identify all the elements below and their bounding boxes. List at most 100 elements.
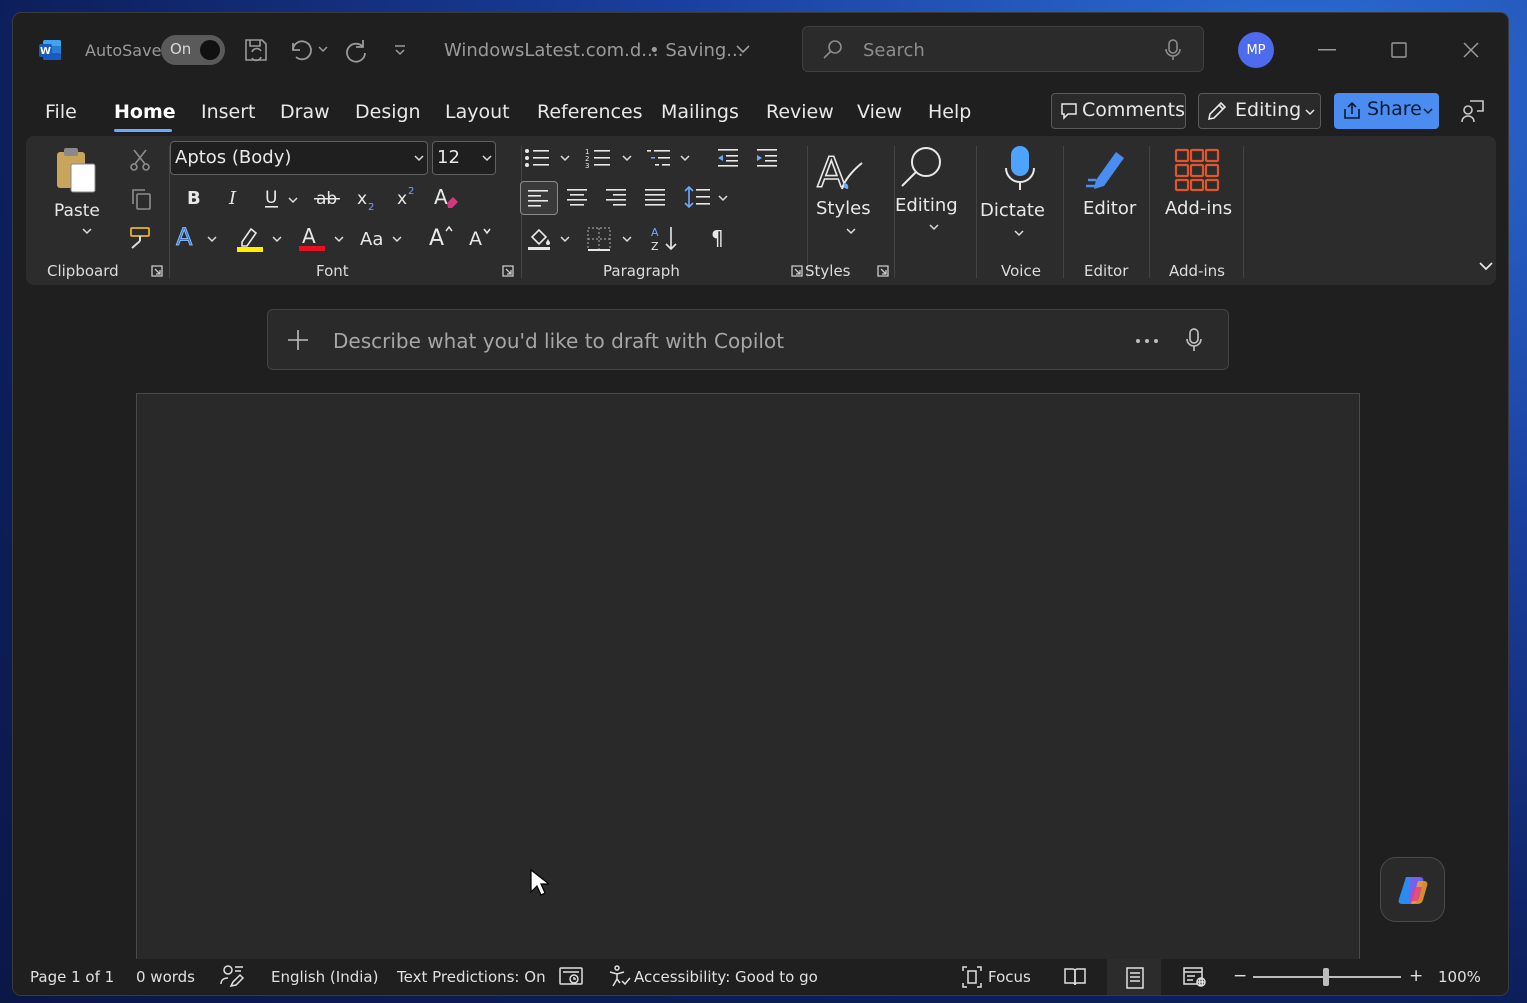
word-count[interactable]: 0 words [136, 968, 195, 986]
zoom-slider-thumb[interactable] [1323, 968, 1329, 986]
paste-button[interactable]: Paste [54, 201, 100, 221]
text-effects-icon[interactable]: A [175, 224, 199, 250]
page-count[interactable]: Page 1 of 1 [30, 968, 114, 986]
zoom-out-button[interactable]: − [1233, 966, 1247, 986]
underline-chevron-down-icon[interactable] [288, 196, 298, 204]
superscript-icon[interactable]: x2 [396, 184, 418, 208]
plus-icon[interactable] [287, 329, 309, 351]
paste-icon[interactable] [53, 146, 101, 194]
decrease-indent-icon[interactable] [716, 146, 740, 170]
text-effects-chevron-down-icon[interactable] [207, 235, 217, 243]
shading-icon[interactable] [526, 224, 554, 252]
align-left-icon[interactable] [520, 181, 558, 215]
copilot-draft-bar[interactable] [267, 309, 1229, 370]
undo-icon[interactable] [287, 37, 313, 63]
font-color-chevron-down-icon[interactable] [334, 235, 344, 243]
clear-formatting-icon[interactable]: A [433, 185, 461, 211]
web-layout-icon[interactable] [1183, 966, 1207, 988]
align-center-icon[interactable] [566, 187, 588, 207]
change-case-icon[interactable]: Aa [359, 226, 389, 250]
font-color-icon[interactable]: A [298, 224, 326, 254]
editing-button[interactable]: Editing [895, 195, 958, 216]
track-changes-icon[interactable] [559, 965, 583, 989]
clipboard-launcher-icon[interactable] [151, 265, 163, 277]
comments-button[interactable]: Comments [1051, 93, 1186, 129]
proofing-icon[interactable] [219, 964, 245, 990]
language-indicator[interactable]: English (India) [271, 968, 378, 986]
line-spacing-icon[interactable] [684, 184, 712, 210]
multilevel-list-icon[interactable] [647, 146, 673, 170]
borders-icon[interactable] [586, 226, 612, 252]
sort-icon[interactable]: AZ [650, 224, 680, 254]
avatar[interactable]: MP [1238, 32, 1274, 68]
filename-chevron-down-icon[interactable] [735, 43, 751, 55]
show-marks-icon[interactable]: ¶ [710, 226, 730, 250]
tab-mailings[interactable]: Mailings [661, 101, 739, 123]
focus-mode-icon[interactable] [960, 964, 984, 990]
search-box[interactable] [802, 26, 1204, 72]
maximize-icon[interactable] [1391, 42, 1407, 58]
change-case-chevron-down-icon[interactable] [392, 235, 402, 243]
coauthoring-icon[interactable] [1460, 98, 1486, 124]
styles-button[interactable]: Styles [816, 198, 871, 219]
numbering-icon[interactable]: 123 [585, 146, 611, 170]
tab-draw[interactable]: Draw [280, 101, 330, 123]
line-spacing-chevron-down-icon[interactable] [718, 194, 728, 202]
more-options-icon[interactable] [1136, 339, 1158, 343]
increase-indent-icon[interactable] [755, 146, 779, 170]
accessibility-icon[interactable] [607, 964, 631, 988]
customize-qat-icon[interactable] [393, 43, 407, 57]
editor-button[interactable]: Editor [1083, 198, 1136, 219]
share-button[interactable]: Share [1334, 93, 1439, 129]
font-name-combo[interactable]: Aptos (Body) [170, 141, 428, 175]
multilevel-chevron-down-icon[interactable] [680, 154, 690, 162]
close-icon[interactable] [1463, 42, 1479, 58]
dictate-chevron-down-icon[interactable] [1014, 229, 1024, 237]
bold-icon[interactable]: B [186, 188, 202, 208]
styles-launcher-icon[interactable] [877, 265, 889, 277]
bullets-icon[interactable] [524, 146, 550, 170]
share-chevron-down-icon[interactable] [1423, 107, 1433, 115]
tab-help[interactable]: Help [928, 101, 971, 123]
focus-mode-label[interactable]: Focus [988, 968, 1031, 986]
document-page[interactable] [136, 393, 1360, 963]
read-mode-icon[interactable] [1063, 967, 1087, 987]
underline-icon[interactable]: U [263, 188, 281, 210]
copilot-button[interactable] [1380, 857, 1445, 922]
font-size-combo[interactable]: 12 [432, 141, 496, 175]
copilot-prompt-input[interactable] [331, 326, 1095, 356]
microphone-icon[interactable] [1163, 38, 1183, 62]
ribbon-collapse-chevron-down-icon[interactable] [1478, 260, 1494, 272]
zoom-in-button[interactable]: + [1409, 966, 1423, 986]
dictate-microphone-icon[interactable] [1003, 144, 1037, 194]
accessibility-status[interactable]: Accessibility: Good to go [634, 968, 818, 986]
justify-icon[interactable] [644, 187, 666, 207]
redo-icon[interactable] [343, 37, 369, 63]
subscript-icon[interactable]: x2 [356, 188, 378, 212]
copilot-microphone-icon[interactable] [1184, 327, 1204, 353]
tab-design[interactable]: Design [355, 101, 421, 123]
autosave-toggle[interactable]: On [161, 35, 225, 65]
align-right-icon[interactable] [605, 187, 627, 207]
document-filename[interactable]: WindowsLatest.com.d... [444, 40, 658, 61]
editor-pen-icon[interactable] [1082, 146, 1130, 192]
paragraph-launcher-icon[interactable] [791, 265, 803, 277]
editing-chevron-down-icon[interactable] [929, 223, 939, 231]
editing-mode-button[interactable]: Editing [1198, 93, 1321, 129]
addins-button[interactable]: Add-ins [1165, 198, 1232, 219]
search-input[interactable] [861, 35, 1155, 65]
minimize-icon[interactable] [1318, 49, 1336, 51]
format-painter-icon[interactable] [128, 226, 154, 250]
shrink-font-icon[interactable]: A [468, 225, 496, 251]
tab-references[interactable]: References [537, 101, 643, 123]
paste-chevron-down-icon[interactable] [82, 227, 92, 235]
find-search-icon[interactable] [898, 144, 946, 192]
tab-home[interactable]: Home [114, 101, 176, 123]
save-icon[interactable] [243, 37, 269, 63]
zoom-level[interactable]: 100% [1438, 968, 1481, 986]
styles-chevron-down-icon[interactable] [846, 227, 856, 235]
bullets-chevron-down-icon[interactable] [560, 154, 570, 162]
strikethrough-icon[interactable]: ab [314, 188, 340, 210]
cut-icon[interactable] [129, 148, 151, 172]
highlight-icon[interactable] [236, 225, 264, 253]
